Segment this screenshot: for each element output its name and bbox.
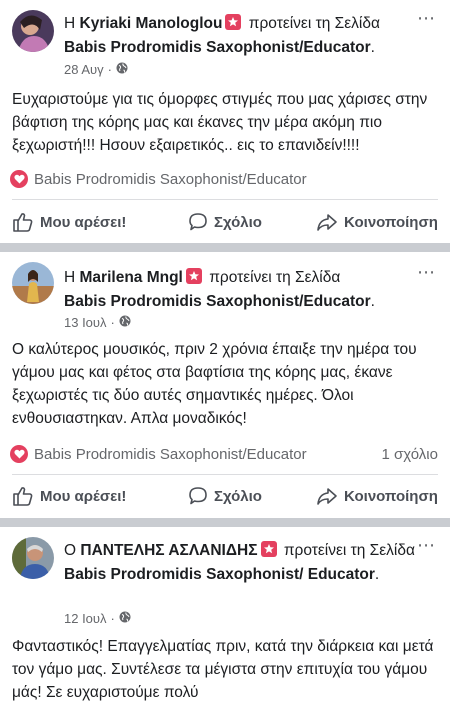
post-separator	[0, 243, 450, 252]
globe-icon	[119, 315, 131, 330]
share-button[interactable]: Κοινοποίηση	[316, 212, 438, 232]
post-meta: 13 Ιουλ ·	[64, 315, 131, 330]
post-header: Η Marilena Mngl προτείνει τη Σελίδα	[64, 266, 410, 290]
comment-button[interactable]: Σχόλιο	[188, 486, 262, 506]
page-name-line: Babis Prodromidis Saxophonist/Educator.	[64, 36, 410, 60]
comment-icon	[189, 213, 207, 231]
post-1: Η Kyriaki Manologlou προτείνει τη Σελίδα…	[0, 0, 450, 243]
comment-count[interactable]: 1 σχόλιο	[382, 446, 438, 463]
recommendation-line[interactable]: Babis Prodromidis Saxophonist/Educator	[10, 170, 438, 188]
post-text: Ο καλύτερος μουσικός, πριν 2 χρόνια έπαι…	[12, 341, 417, 427]
article: Ο	[64, 542, 77, 559]
comment-label: Σχόλιο	[214, 487, 262, 505]
like-label: Μου αρέσει!	[40, 213, 127, 231]
post-date[interactable]: 28 Αυγ	[64, 62, 104, 77]
post-text: Φανταστικός! Επαγγελματίας πριν, κατά τη…	[12, 638, 434, 701]
author-name[interactable]: Kyriaki Manologlou	[80, 15, 223, 32]
post-meta: 12 Ιουλ ·	[64, 611, 131, 626]
action-bar: Μου αρέσει! Σχόλιο Κοινοποίηση	[0, 207, 450, 237]
recommends-text: προτείνει τη Σελίδα	[209, 269, 341, 286]
share-button[interactable]: Κοινοποίηση	[316, 486, 438, 506]
share-icon	[317, 214, 337, 231]
page-suffix: .	[374, 566, 380, 583]
recommends-text: προτείνει τη Σελίδα	[248, 15, 380, 32]
comment-label: Σχόλιο	[214, 213, 262, 231]
more-options-icon[interactable]: ⋯	[417, 262, 436, 283]
page-name-line: Babis Prodromidis Saxophonist/ Educator.	[64, 563, 414, 587]
globe-icon	[119, 611, 131, 626]
post-text: Ευχαριστούμε για τις όμορφες στιγμές που…	[12, 91, 428, 154]
recommended-page-name: Babis Prodromidis Saxophonist/Educator	[34, 445, 307, 463]
dot-separator: ·	[107, 62, 112, 77]
heart-icon	[10, 445, 28, 463]
author-name[interactable]: Marilena Mngl	[80, 269, 183, 286]
avatar[interactable]	[12, 262, 54, 304]
thumbs-up-icon	[13, 213, 33, 232]
article: Η	[64, 15, 76, 32]
recommend-badge-icon	[260, 541, 277, 557]
post-date[interactable]: 13 Ιουλ	[64, 315, 107, 330]
comment-icon	[189, 487, 207, 505]
recommended-page-name: Babis Prodromidis Saxophonist/Educator	[34, 170, 307, 188]
page-link[interactable]: Babis Prodromidis Saxophonist/ Educator	[64, 566, 375, 583]
page-suffix: .	[370, 39, 375, 56]
recommend-badge-icon	[185, 268, 202, 284]
more-options-icon[interactable]: ⋯	[417, 8, 436, 29]
page-link[interactable]: Babis Prodromidis Saxophonist/Educator	[64, 293, 371, 310]
divider	[12, 474, 438, 475]
page-suffix: .	[370, 293, 375, 310]
more-options-icon[interactable]: ⋯	[417, 535, 436, 556]
recommendation-line[interactable]: Babis Prodromidis Saxophonist/Educator 1…	[10, 445, 438, 463]
post-meta: 28 Αυγ ·	[64, 62, 128, 77]
recommend-badge-icon	[225, 14, 242, 30]
like-label: Μου αρέσει!	[40, 487, 127, 505]
avatar[interactable]	[12, 537, 54, 579]
action-bar: Μου αρέσει! Σχόλιο Κοινοποίηση	[0, 481, 450, 511]
post-separator	[0, 518, 450, 527]
divider	[12, 199, 438, 200]
like-button[interactable]: Μου αρέσει!	[12, 486, 126, 506]
dot-separator: ·	[110, 611, 115, 626]
thumbs-up-icon	[13, 487, 33, 506]
share-label: Κοινοποίηση	[344, 487, 438, 505]
globe-icon	[116, 62, 128, 77]
avatar[interactable]	[12, 10, 54, 52]
like-button[interactable]: Μου αρέσει!	[12, 212, 126, 232]
post-3: Ο ΠΑΝΤΕΛΗΣ ΑΣΛΑΝΙΔΗΣ προτείνει τη Σελίδα…	[0, 527, 450, 704]
author-name[interactable]: ΠΑΝΤΕΛΗΣ ΑΣΛΑΝΙΔΗΣ	[80, 542, 257, 559]
page-name-line: Babis Prodromidis Saxophonist/Educator.	[64, 290, 410, 314]
post-date[interactable]: 12 Ιουλ	[64, 611, 107, 626]
share-icon	[317, 488, 337, 505]
heart-icon	[10, 170, 28, 188]
post-header: Η Kyriaki Manologlou προτείνει τη Σελίδα	[64, 12, 410, 36]
share-label: Κοινοποίηση	[344, 213, 438, 231]
dot-separator: ·	[110, 315, 115, 330]
comment-button[interactable]: Σχόλιο	[188, 212, 262, 232]
recommends-text: προτείνει τη Σελίδα	[283, 542, 415, 559]
page-link[interactable]: Babis Prodromidis Saxophonist/Educator	[64, 39, 371, 56]
post-header: Ο ΠΑΝΤΕΛΗΣ ΑΣΛΑΝΙΔΗΣ προτείνει τη Σελίδα	[64, 539, 415, 563]
post-2: Η Marilena Mngl προτείνει τη Σελίδα Babi…	[0, 252, 450, 518]
article: Η	[64, 269, 76, 286]
